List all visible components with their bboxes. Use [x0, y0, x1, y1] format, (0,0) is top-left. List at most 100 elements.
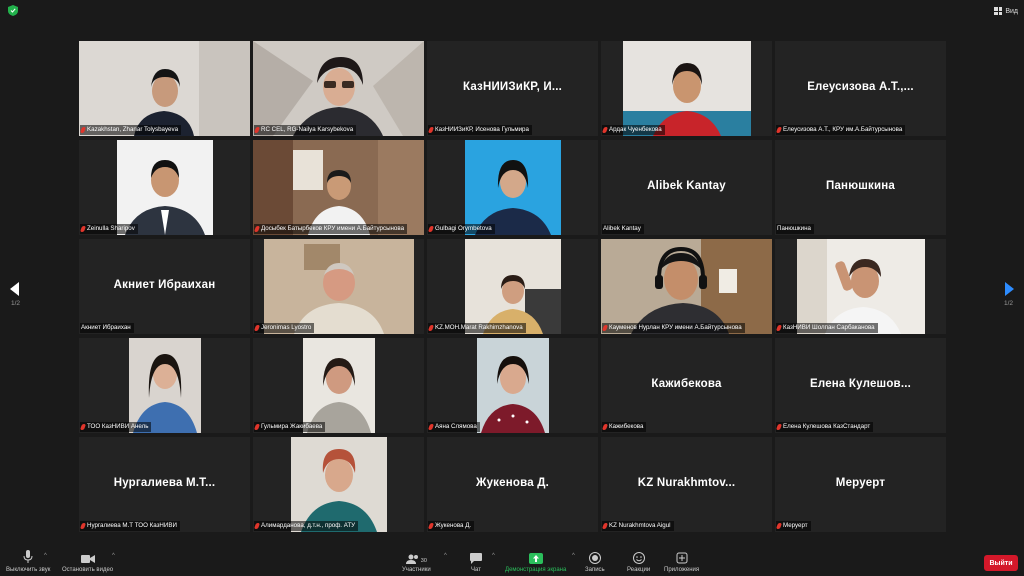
- mic-muted-icon: [776, 523, 783, 529]
- mic-muted-icon: [602, 523, 609, 529]
- participant-video: [79, 41, 250, 136]
- participant-video: [796, 239, 925, 334]
- mic-muted-icon: [428, 424, 435, 430]
- participant-tile[interactable]: Кажибекова Кажибекова: [601, 338, 772, 433]
- participant-video: [464, 239, 561, 334]
- audio-options-caret-icon[interactable]: ^: [44, 553, 47, 559]
- participant-name-label: Елеусизова А.Т., КРУ им.А.Байтурсынова: [776, 125, 906, 135]
- participant-tile[interactable]: Гульмира Жакибаева: [253, 338, 424, 433]
- chat-caret-icon[interactable]: ^: [492, 553, 495, 559]
- zoom-meeting-window: Вид 1/2 1/2 Kazakhstan, Zhanar Tolysbaye…: [0, 0, 1024, 576]
- mic-muted-icon: [254, 523, 261, 529]
- participant-name-label: Меруерт: [776, 521, 811, 531]
- video-options-caret-icon[interactable]: ^: [112, 553, 115, 559]
- mic-muted-icon: [80, 523, 87, 529]
- participant-tile[interactable]: Alibek Kantay Alibek Kantay: [601, 140, 772, 235]
- participant-tile-active-speaker[interactable]: RC CEL, RG-Nailya Karsybekova: [253, 41, 424, 136]
- participant-name-label: KZ Nurakhmtova Aigul: [602, 521, 674, 531]
- participant-tile[interactable]: ТОО КазНИВИ Анель: [79, 338, 250, 433]
- reactions-button[interactable]: Реакции: [627, 550, 650, 573]
- participant-tile[interactable]: Алимарданова, д.т.н., проф. АТУ: [253, 437, 424, 532]
- participant-tile[interactable]: Досыбек Батырбеков КРУ имени А.Байтурсын…: [253, 140, 424, 235]
- participant-tile[interactable]: Кауменов Нурлан КРУ имени А.Байтурсынова: [601, 239, 772, 334]
- leave-meeting-button[interactable]: Выйти: [984, 555, 1018, 571]
- participant-tile[interactable]: КазНИИЗиКР, И... КазНИИЗиКР, Исенова Гул…: [427, 41, 598, 136]
- apps-button[interactable]: Приложения: [664, 550, 699, 573]
- participant-name-label: Аяна Слямова: [428, 422, 480, 432]
- participant-tile[interactable]: Елена Кулешов... Елена Кулешова КазСтанд…: [775, 338, 946, 433]
- participants-button[interactable]: 30 Участники: [402, 550, 431, 573]
- participants-count: 30: [420, 558, 427, 564]
- participant-tile[interactable]: Kazakhstan, Zhanar Tolysbayeva: [79, 41, 250, 136]
- mic-muted-icon: [80, 424, 87, 430]
- participant-name-label: Елена Кулешова КазСтандарт: [776, 422, 874, 432]
- participant-video: [302, 338, 375, 433]
- participant-name-label: ТОО КазНИВИ Анель: [80, 422, 152, 432]
- video-camera-icon: [80, 555, 95, 563]
- mic-muted-icon: [776, 325, 783, 331]
- participant-tile[interactable]: Акниет Ибраихан Акниет Ибраихан: [79, 239, 250, 334]
- participant-name-label: Панюшкина: [776, 224, 814, 234]
- participant-video: [601, 239, 772, 334]
- participant-tile[interactable]: Елеусизова А.Т.,... Елеусизова А.Т., КРУ…: [775, 41, 946, 136]
- participant-display-name: Кажибекова: [651, 378, 722, 390]
- participant-tile[interactable]: Zeinulla Sharipov: [79, 140, 250, 235]
- participant-tile[interactable]: Gulbagi Orymbetova: [427, 140, 598, 235]
- participant-display-name: Нургалиева М.Т...: [113, 477, 216, 489]
- participant-video: [622, 41, 751, 136]
- participant-tile[interactable]: Нургалиева М.Т... Нургалиева М.Т ТОО Каз…: [79, 437, 250, 532]
- record-button[interactable]: Запись: [585, 550, 605, 573]
- participant-display-name: Елеусизова А.Т.,...: [807, 81, 914, 93]
- apps-icon: [676, 552, 688, 564]
- participant-tile[interactable]: Панюшкина Панюшкина: [775, 140, 946, 235]
- share-caret-icon[interactable]: ^: [572, 553, 575, 559]
- participant-video: [263, 239, 414, 334]
- meeting-toolbar: Выключить звук ^ Остановить видео ^ 30 У…: [0, 546, 1024, 576]
- mic-muted-icon: [254, 325, 261, 331]
- view-label: Вид: [1005, 7, 1018, 15]
- chat-icon: [470, 553, 482, 564]
- participant-name-label: КазНИВИ Шолпан Сарбаканова: [776, 323, 878, 333]
- participant-display-name: Панюшкина: [826, 180, 895, 192]
- participant-display-name: Акниет Ибраихан: [113, 279, 216, 291]
- participant-tile[interactable]: КазНИВИ Шолпан Сарбаканова: [775, 239, 946, 334]
- participant-tile[interactable]: KZ Nurakhmtov... KZ Nurakhmtova Aigul: [601, 437, 772, 532]
- participant-display-name: KZ Nurakhmtov...: [637, 477, 736, 489]
- participant-tile[interactable]: Jeronimas Lyostro: [253, 239, 424, 334]
- participant-video: [476, 338, 549, 433]
- share-screen-button[interactable]: Демонстрация экрана: [505, 550, 566, 573]
- security-shield-icon[interactable]: [8, 5, 18, 16]
- participant-name-label: Нургалиева М.Т ТОО КазНИВИ: [80, 521, 180, 531]
- microphone-icon: [23, 550, 33, 563]
- chat-button[interactable]: Чат: [470, 550, 482, 573]
- participant-tile[interactable]: Жукенова Д. Жукенова Д.: [427, 437, 598, 532]
- participant-display-name: КазНИИЗиКР, И...: [462, 81, 563, 93]
- stop-video-button[interactable]: Остановить видео: [62, 550, 113, 573]
- grid-view-icon: [994, 7, 1003, 15]
- next-page-arrow-icon[interactable]: [1004, 282, 1014, 296]
- participant-name-label: RC CEL, RG-Nailya Karsybekova: [254, 125, 357, 135]
- mic-muted-icon: [776, 127, 783, 133]
- participant-tile[interactable]: Аяна Слямова: [427, 338, 598, 433]
- participants-icon: [405, 554, 418, 564]
- participant-name-label: Кауменов Нурлан КРУ имени А.Байтурсынова: [602, 323, 745, 333]
- participant-name-label: Alibek Kantay: [602, 224, 644, 234]
- participant-tile[interactable]: Меруерт Меруерт: [775, 437, 946, 532]
- participant-name-label: Жукенова Д.: [428, 521, 475, 531]
- mic-muted-icon: [80, 226, 87, 232]
- mic-muted-icon: [254, 226, 261, 232]
- participant-display-name: Alibek Kantay: [647, 180, 726, 192]
- mic-muted-icon: [254, 127, 261, 133]
- page-indicator-right: 1/2: [1003, 300, 1013, 307]
- view-button[interactable]: Вид: [994, 4, 1018, 18]
- participant-video: [253, 140, 424, 235]
- previous-page-arrow-icon[interactable]: [10, 282, 20, 296]
- mic-muted-icon: [602, 424, 609, 430]
- participant-tile[interactable]: KZ.MOH.Marat Rakhimzhanova: [427, 239, 598, 334]
- participant-tile[interactable]: Ардак Чуенбекова: [601, 41, 772, 136]
- participant-video: [253, 41, 424, 136]
- participant-name-label: KZ.MOH.Marat Rakhimzhanova: [428, 323, 526, 333]
- participants-caret-icon[interactable]: ^: [444, 553, 447, 559]
- participant-video: [464, 140, 561, 235]
- participant-name-label: КазНИИЗиКР, Исенова Гульмира: [428, 125, 532, 135]
